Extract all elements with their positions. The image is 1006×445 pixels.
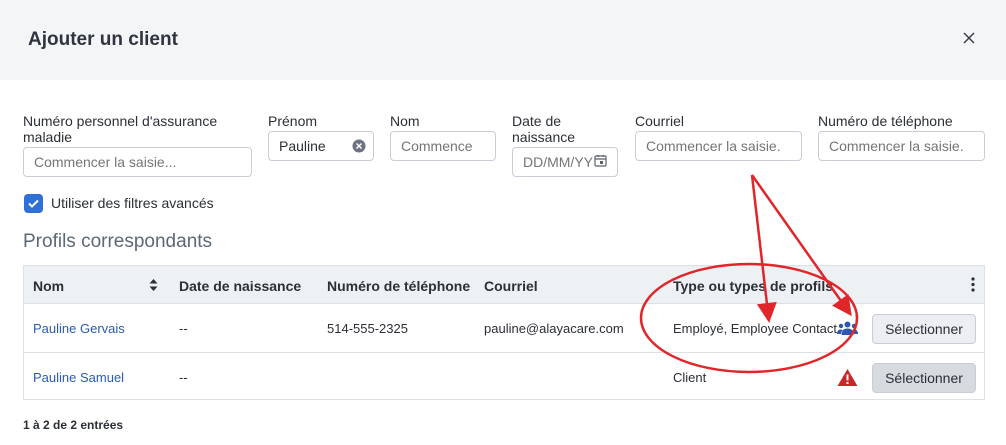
phone-input[interactable] bbox=[818, 131, 985, 161]
entries-count: 1 à 2 de 2 entrées bbox=[23, 418, 124, 432]
health-number-input[interactable] bbox=[23, 147, 252, 177]
email-cell: pauline@alayacare.com bbox=[484, 321, 624, 336]
calendar-icon[interactable] bbox=[594, 154, 607, 167]
last-name-label: Nom bbox=[390, 113, 420, 129]
column-header-phone[interactable]: Numéro de téléphone bbox=[327, 278, 470, 294]
table-row: Pauline Samuel -- Client Sélectionner bbox=[24, 354, 984, 402]
kebab-menu-icon[interactable] bbox=[970, 277, 976, 292]
last-name-input[interactable] bbox=[390, 131, 496, 161]
profile-types-cell: Client bbox=[673, 370, 707, 385]
column-header-email[interactable]: Courriel bbox=[484, 278, 538, 294]
dialog-header: Ajouter un client bbox=[0, 0, 1006, 80]
check-icon bbox=[28, 199, 39, 208]
phone-cell: 514-555-2325 bbox=[327, 321, 408, 336]
first-name-label: Prénom bbox=[268, 113, 318, 129]
sort-icon[interactable] bbox=[149, 279, 158, 291]
dialog-title: Ajouter un client bbox=[28, 29, 178, 50]
birth-date-label: Date de naissance bbox=[512, 113, 576, 145]
close-icon[interactable] bbox=[960, 29, 978, 47]
phone-label: Numéro de téléphone bbox=[818, 113, 953, 129]
column-header-name[interactable]: Nom bbox=[33, 278, 64, 294]
clear-icon[interactable] bbox=[352, 139, 366, 153]
warning-icon bbox=[837, 369, 858, 386]
health-number-label: Numéro personnel d'assurance maladie bbox=[23, 113, 218, 145]
results-table: Nom Date de naissance Numéro de téléphon… bbox=[23, 265, 985, 400]
email-input[interactable] bbox=[635, 131, 802, 161]
table-row: Pauline Gervais -- 514-555-2325 pauline@… bbox=[24, 305, 984, 353]
column-header-profile-types[interactable]: Type ou types de profils bbox=[673, 278, 833, 294]
results-heading: Profils correspondants bbox=[23, 231, 213, 252]
birth-date-cell: -- bbox=[179, 321, 188, 336]
profile-types-cell: Employé, Employee Contact bbox=[673, 321, 838, 336]
client-name-link[interactable]: Pauline Samuel bbox=[33, 370, 124, 385]
email-label: Courriel bbox=[635, 113, 685, 129]
select-button[interactable]: Sélectionner bbox=[872, 314, 976, 344]
users-icon bbox=[837, 321, 858, 335]
birth-date-cell: -- bbox=[179, 370, 188, 385]
select-button[interactable]: Sélectionner bbox=[872, 363, 976, 393]
client-name-link[interactable]: Pauline Gervais bbox=[33, 321, 125, 336]
advanced-filters-label: Utiliser des filtres avancés bbox=[51, 195, 214, 211]
advanced-filters-checkbox[interactable] bbox=[24, 194, 43, 213]
column-header-birth-date[interactable]: Date de naissance bbox=[179, 278, 301, 294]
table-header: Nom Date de naissance Numéro de téléphon… bbox=[24, 266, 984, 304]
